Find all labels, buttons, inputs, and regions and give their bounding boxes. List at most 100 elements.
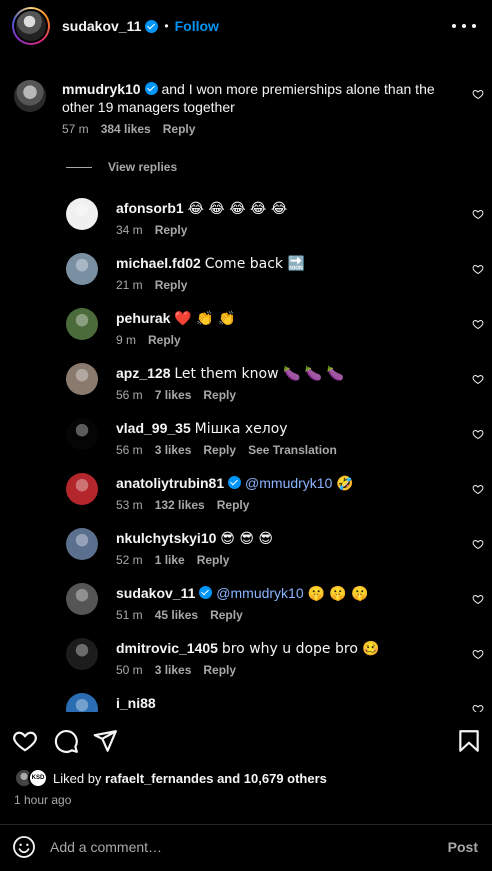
reply-mention[interactable]: @mmudryk10 <box>245 475 332 491</box>
reply-text: dmitrovic_1405 bro why u dope bro 🥴 <box>116 639 380 658</box>
reply-avatar[interactable] <box>66 308 98 340</box>
like-reply-heart-icon[interactable] <box>472 428 484 440</box>
liked-by-others[interactable]: and 10,679 others <box>217 771 327 786</box>
reply-body: 😂 😂 😂 😂 😂 <box>187 201 288 217</box>
reply-username[interactable]: afonsorb1 <box>116 200 184 216</box>
reply-body: bro why u dope bro 🥴 <box>221 641 380 657</box>
reply-button[interactable]: Reply <box>217 498 250 512</box>
comment-username[interactable]: mmudryk10 <box>62 81 141 97</box>
like-reply-heart-icon[interactable] <box>472 703 484 712</box>
reply-avatar[interactable] <box>66 583 98 615</box>
author-username[interactable]: sudakov_11 <box>62 18 141 34</box>
reply-button[interactable]: Reply <box>210 608 243 622</box>
like-reply-heart-icon[interactable] <box>472 318 484 330</box>
reply-meta: 9 m Reply <box>116 333 181 347</box>
share-icon[interactable] <box>92 728 118 754</box>
comment-likes[interactable]: 384 likes <box>101 122 151 136</box>
like-reply-heart-icon[interactable] <box>472 538 484 550</box>
reply-username[interactable]: apz_128 <box>116 365 170 381</box>
reply-button[interactable]: Reply <box>203 443 236 457</box>
post-button[interactable]: Post <box>448 839 478 855</box>
reply-avatar[interactable] <box>66 528 98 560</box>
reply-text: pehurak ❤️ 👏 👏 <box>116 309 236 328</box>
reply-time: 56 m <box>116 443 143 457</box>
comments-list[interactable]: mmudryk10 and I won more premierships al… <box>0 72 492 712</box>
reply-username[interactable]: nkulchytskyi10 <box>116 530 216 546</box>
comment-item: mmudryk10 and I won more premierships al… <box>14 80 484 136</box>
post-timestamp: 1 hour ago <box>14 793 72 807</box>
verified-badge-icon <box>144 82 158 95</box>
reply-button[interactable]: Reply <box>148 333 181 347</box>
reply-username[interactable]: vlad_99_35 <box>116 420 191 436</box>
reply-text: afonsorb1 😂 😂 😂 😂 😂 <box>116 199 287 218</box>
reply-likes[interactable]: 45 likes <box>155 608 198 622</box>
reply-time: 21 m <box>116 278 143 292</box>
heart-icon[interactable] <box>12 728 38 754</box>
follow-button[interactable]: Follow <box>175 18 219 34</box>
reply-item: dmitrovic_1405 bro why u dope bro 🥴 50 m 3… <box>66 638 484 690</box>
reply-username[interactable]: pehurak <box>116 310 170 326</box>
reply-username[interactable]: sudakov_11 <box>116 585 195 601</box>
reply-username[interactable]: i_ni88 <box>116 695 156 711</box>
reply-meta: 52 m 1 like Reply <box>116 553 229 567</box>
commenter-avatar[interactable] <box>14 80 46 112</box>
reply-body: ❤️ 👏 👏 <box>174 311 236 327</box>
liked-by-user[interactable]: rafaelt_fernandes <box>105 771 213 786</box>
reply-username[interactable]: michael.fd02 <box>116 255 201 271</box>
liked-by-text: Liked by rafaelt_fernandes and 10,679 ot… <box>53 771 327 786</box>
reply-likes[interactable]: 1 like <box>155 553 185 567</box>
reply-item: nkulchytskyi10 😎 😎 😎 52 m 1 like Reply <box>66 528 484 580</box>
like-reply-heart-icon[interactable] <box>472 373 484 385</box>
see-translation-button[interactable]: See Translation <box>248 443 337 457</box>
reply-avatar[interactable] <box>66 473 98 505</box>
reply-meta: 21 m Reply <box>116 278 187 292</box>
header-separator: • <box>164 19 169 33</box>
add-comment-bar: Add a comment… Post <box>0 824 492 868</box>
reply-avatar[interactable] <box>66 638 98 670</box>
reply-likes[interactable]: 7 likes <box>155 388 192 402</box>
reply-button[interactable]: Reply <box>155 223 188 237</box>
reply-button[interactable]: Reply <box>155 278 188 292</box>
reply-text: michael.fd02 Come back 🔜 <box>116 254 305 273</box>
reply-button[interactable]: Reply <box>163 122 196 136</box>
like-reply-heart-icon[interactable] <box>472 483 484 495</box>
divider-line <box>66 166 92 168</box>
reply-time: 52 m <box>116 553 143 567</box>
reply-likes[interactable]: 132 likes <box>155 498 205 512</box>
reply-likes[interactable]: 3 likes <box>155 443 192 457</box>
reply-time: 51 m <box>116 608 143 622</box>
reply-mention[interactable]: @mmudryk10 <box>216 585 303 601</box>
like-reply-heart-icon[interactable] <box>472 648 484 660</box>
reply-time: 9 m <box>116 333 137 347</box>
author-avatar[interactable] <box>12 7 50 45</box>
reply-body: Come back 🔜 <box>204 256 305 272</box>
like-reply-heart-icon[interactable] <box>472 593 484 605</box>
view-replies-button[interactable]: View replies <box>66 160 177 174</box>
comment-time: 57 m <box>62 122 89 136</box>
reply-meta: 56 m 7 likes Reply <box>116 388 236 402</box>
comment-meta: 57 m 384 likes Reply <box>62 122 484 136</box>
reply-username[interactable]: dmitrovic_1405 <box>116 640 218 656</box>
bookmark-icon[interactable] <box>456 728 482 754</box>
reply-item: anatoliytrubin81 @mmudryk10 🤣 53 m 132 lik… <box>66 473 484 525</box>
like-reply-heart-icon[interactable] <box>472 208 484 220</box>
reply-meta: 53 m 132 likes Reply <box>116 498 249 512</box>
comment-input[interactable]: Add a comment… <box>50 839 448 855</box>
like-comment-heart-icon[interactable] <box>472 88 484 100</box>
reply-username[interactable]: anatoliytrubin81 <box>116 475 224 491</box>
smiley-icon[interactable] <box>12 835 36 859</box>
comment-icon[interactable] <box>53 728 79 754</box>
reply-button[interactable]: Reply <box>197 553 230 567</box>
reply-button[interactable]: Reply <box>203 663 236 677</box>
reply-avatar[interactable] <box>66 418 98 450</box>
reply-avatar[interactable] <box>66 693 98 712</box>
reply-avatar[interactable] <box>66 363 98 395</box>
reply-likes[interactable]: 3 likes <box>155 663 192 677</box>
more-horizontal-icon[interactable] <box>452 14 476 38</box>
like-reply-heart-icon[interactable] <box>472 263 484 275</box>
reply-button[interactable]: Reply <box>203 388 236 402</box>
reply-body: 😎 😎 😎 <box>220 531 273 547</box>
liked-by-row[interactable]: KSD Liked by rafaelt_fernandes and 10,67… <box>14 768 327 788</box>
reply-avatar[interactable] <box>66 198 98 230</box>
reply-avatar[interactable] <box>66 253 98 285</box>
